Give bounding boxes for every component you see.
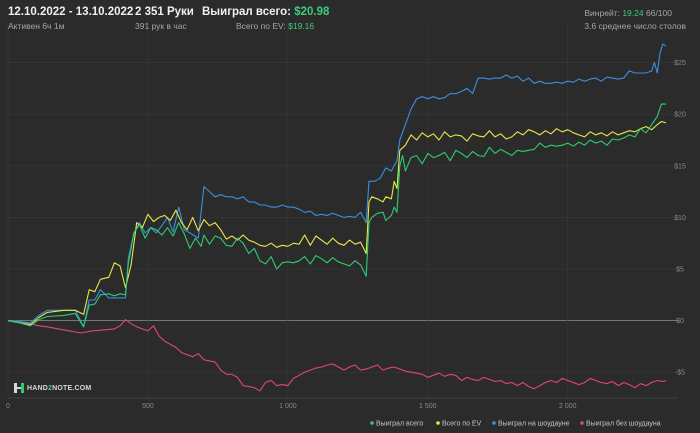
hand2note-logo-icon [14, 383, 24, 393]
logo-text-post: NOTE.COM [52, 384, 92, 392]
ev-value: $19.16 [288, 21, 315, 31]
hand2note-logo: HAND2NOTE.COM [14, 383, 91, 393]
avg-tables: 3.6 среднее число столов [584, 21, 686, 31]
winrate-value: 19.24 [622, 8, 644, 18]
ev-label: Всего по EV: [236, 21, 286, 31]
hands-count: 2 351 Руки [135, 6, 194, 18]
profit-chart: $25$20$15$10$5$0-$5 0 500 1 000 1 500 2 000 … [6, 22, 686, 428]
legend-label: Выиграл всего [376, 421, 423, 428]
series-line-nonshowdown [7, 319, 667, 392]
legend-item-won[interactable]: Выиграл всего [370, 421, 423, 428]
won-total-label: Выиграл всего: [202, 6, 291, 18]
x-tick-label: 2 000 [559, 403, 577, 410]
winrate-label: Винрейт: [584, 8, 620, 18]
legend-swatch [492, 421, 496, 425]
y-tick-label: -$5 [675, 370, 685, 377]
series-line-showdown [7, 43, 667, 328]
date-range-block: 12.10.2022 - 13.10.2022 Активен 6ч 1м [8, 6, 133, 31]
x-tick-label: 1 500 [419, 403, 437, 410]
hands-per-hour: 391 рук в час [135, 21, 187, 31]
legend-label: Всего по EV [442, 421, 482, 428]
winrate-block: Винрейт: 19.24 66/100 3.6 среднее число … [584, 6, 686, 31]
legend-item-showdown[interactable]: Выиграл на шоудауне [492, 421, 570, 428]
legend-swatch [436, 421, 440, 425]
x-tick-label: 1 000 [279, 403, 297, 410]
hands-block: 2 351 Руки 391 рук в час [135, 6, 194, 31]
y-tick-label: $10 [674, 215, 686, 222]
graph-panel: $25 $20 $15 $10 $5 $0 -$5 0 500 1 000 1 500 2 000 … [0, 0, 700, 433]
x-tick-label: 500 [142, 403, 154, 410]
won-total-value: $20.98 [294, 6, 330, 18]
legend-swatch [580, 421, 584, 425]
y-tick-label: $15 [674, 163, 686, 170]
active-time: Активен 6ч 1м [8, 21, 65, 31]
y-tick-label: $5 [676, 267, 684, 274]
legend-label: Выиграл на шоудауне [498, 421, 570, 428]
legend-swatch [370, 421, 374, 425]
legend-label: Выиграл без шоудауна [586, 420, 661, 428]
y-tick-label: $25 [674, 60, 686, 67]
winrate-unit: 66/100 [645, 8, 672, 18]
logo-text-pre: HAND [27, 384, 49, 392]
y-axis-ticks: $25 $20 $15 $10 $5 $0 -$5 [674, 60, 686, 377]
y-tick-label: $20 [674, 112, 686, 119]
legend-item-nonshowdown[interactable]: Выиграл без шоудауна [580, 420, 661, 428]
chart-legend[interactable]: Выиграл всего Всего по EV Выиграл на шоуда… [370, 420, 661, 428]
date-range: 12.10.2022 - 13.10.2022 [8, 6, 134, 18]
winnings-block: Выиграл всего: $20.98 Всего по EV: $19.1… [202, 6, 329, 31]
x-axis-ticks: 0 500 1 000 1 500 2 000 [6, 403, 577, 410]
chart-grid [7, 22, 678, 399]
y-tick-label: $0 [676, 318, 684, 325]
x-tick-label: 0 [6, 403, 10, 410]
legend-item-ev[interactable]: Всего по EV [436, 421, 482, 428]
